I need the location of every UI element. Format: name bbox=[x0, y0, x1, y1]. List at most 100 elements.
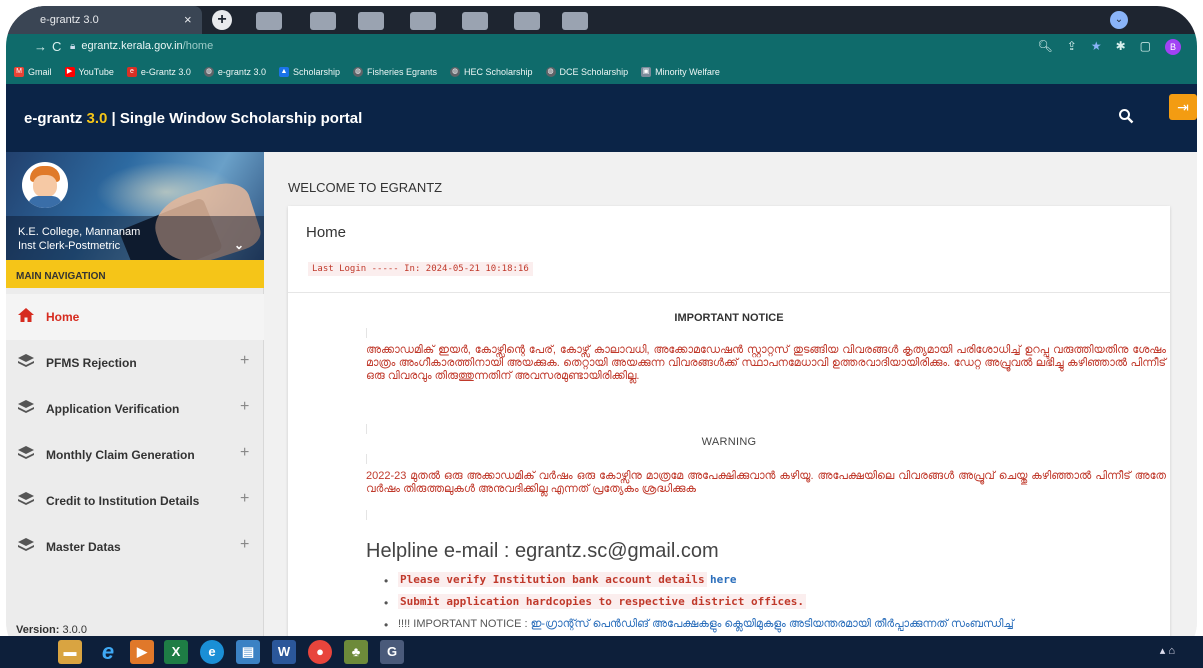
card-title: Home bbox=[306, 224, 347, 241]
layers-icon bbox=[18, 492, 34, 509]
word-icon[interactable]: W bbox=[272, 640, 296, 664]
media-app-icon[interactable]: ▶ bbox=[130, 640, 154, 664]
bookmark-youtube[interactable]: ▶ YouTube bbox=[64, 67, 114, 77]
expand-plus-icon[interactable]: + bbox=[240, 398, 249, 416]
excel-icon[interactable]: X bbox=[164, 640, 188, 664]
tab-thumbnail[interactable] bbox=[410, 12, 436, 30]
app-header: e-grantz 3.0 | Single Window Scholarship… bbox=[6, 84, 1197, 152]
sidebar-item-credit-to-institution[interactable]: Credit to Institution Details + bbox=[6, 478, 264, 524]
globe-icon: ◍ bbox=[352, 67, 363, 77]
tab-thumbnail[interactable] bbox=[562, 12, 588, 30]
chrome-profile-icon[interactable]: G bbox=[380, 640, 404, 664]
expand-plus-icon[interactable]: + bbox=[240, 536, 249, 554]
notice-prefix: !!!! IMPORTANT NOTICE : bbox=[398, 618, 528, 630]
main-navigation-header: MAIN NAVIGATION bbox=[6, 260, 264, 288]
bookmarks-bar: M Gmail ▶ YouTube e e-Grantz 3.0 ◍ e-grantz … bbox=[6, 60, 1197, 84]
brand-version: 3.0 bbox=[86, 110, 108, 127]
layers-icon bbox=[18, 400, 34, 417]
sidebar-item-master-datas[interactable]: Master Datas + bbox=[6, 524, 264, 570]
notepad-icon[interactable]: ▤ bbox=[236, 640, 260, 664]
sidebar-item-home[interactable]: Home bbox=[6, 294, 264, 340]
new-tab-button[interactable]: + bbox=[212, 10, 232, 30]
toolbar-icons: 🔍︎ ⇪ ★ ✱ ▢ B bbox=[1038, 39, 1181, 55]
home-card: Home Last Login ----- In: 2024-05-21 10:… bbox=[288, 206, 1170, 662]
list-item[interactable]: !!!! IMPORTANT NOTICE : ഇ-ഗ്രാന്റ്സ് പെൻ… bbox=[384, 614, 1174, 636]
notice-link-text[interactable]: ഇ-ഗ്രാന്റ്സ് പെൻഡിങ് അപേക്ഷകളും ക്ലെയിമു… bbox=[531, 618, 1014, 630]
pending-claims-notice[interactable]: !!!! IMPORTANT NOTICE : ഇ-ഗ്രാന്റ്സ് പെൻ… bbox=[398, 618, 1014, 631]
logout-button[interactable]: ⇥ bbox=[1169, 94, 1197, 120]
app-title: e-grantz 3.0 | Single Window Scholarship… bbox=[24, 110, 362, 127]
divider-mark bbox=[366, 510, 367, 520]
important-notice-text: അക്കാഡമിക് ഇയർ, കോഴ്സിന്റെ പേര്, കോഴ്സ് … bbox=[366, 344, 1166, 382]
bookmark-fisheries[interactable]: ◍ Fisheries Egrants bbox=[352, 67, 437, 77]
tab-search-dropdown-icon[interactable]: ⌄ bbox=[1110, 11, 1128, 29]
app-icon[interactable]: ♣ bbox=[344, 640, 368, 664]
share-icon[interactable]: ⇪ bbox=[1067, 39, 1077, 55]
expand-plus-icon[interactable]: + bbox=[240, 490, 249, 508]
welcome-heading: WELCOME TO EGRANTZ bbox=[288, 180, 443, 195]
zoom-icon[interactable]: 🔍︎ bbox=[1038, 39, 1053, 55]
extensions-icon[interactable]: ✱ bbox=[1116, 39, 1126, 55]
tab-thumbnail[interactable] bbox=[256, 12, 282, 30]
card-divider bbox=[288, 292, 1170, 293]
sidebar-item-application-verification[interactable]: Application Verification + bbox=[6, 386, 264, 432]
bookmark-hec[interactable]: ◍ HEC Scholarship bbox=[450, 67, 533, 77]
chrome-icon[interactable]: ● bbox=[308, 640, 332, 664]
tab-thumbnail[interactable] bbox=[310, 12, 336, 30]
chevron-down-icon[interactable]: ⌄ bbox=[234, 238, 244, 252]
list-item: Please verify Institution bank account d… bbox=[384, 570, 1174, 592]
bookmark-egrantz-2[interactable]: ◍ e-grantz 3.0 bbox=[203, 67, 266, 77]
main-content: WELCOME TO EGRANTZ Home Last Login -----… bbox=[264, 152, 1197, 662]
warning-heading: WARNING bbox=[701, 436, 757, 448]
bank-details-link[interactable]: here bbox=[710, 573, 737, 586]
sidebar-item-monthly-claim-generation[interactable]: Monthly Claim Generation + bbox=[6, 432, 264, 478]
bookmark-label: Gmail bbox=[28, 67, 52, 77]
tab-close-icon[interactable]: × bbox=[184, 12, 192, 27]
gmail-icon: M bbox=[14, 67, 24, 77]
layers-icon bbox=[18, 446, 34, 463]
browser-tab-active[interactable]: e-grantz 3.0 × bbox=[6, 6, 202, 34]
app-version: Version: 3.0.0 bbox=[16, 624, 87, 636]
url-field[interactable]: 🔒︎ egrantz.kerala.gov.in/home bbox=[70, 40, 213, 52]
sidebar-item-label: Monthly Claim Generation bbox=[46, 448, 195, 462]
bookmark-label: YouTube bbox=[78, 67, 114, 77]
user-role: Inst Clerk-Postmetric bbox=[18, 240, 121, 252]
globe-icon: ◍ bbox=[450, 67, 461, 77]
url-host: egrantz.kerala.gov.in bbox=[81, 40, 183, 52]
user-panel: K.E. College, Mannanam Inst Clerk-Postme… bbox=[6, 152, 264, 260]
bookmark-label: Minority Welfare bbox=[655, 67, 720, 77]
sidebar-item-label: Master Datas bbox=[46, 540, 121, 554]
system-tray[interactable]: ▴ ⌂ bbox=[1160, 644, 1175, 657]
reload-icon[interactable]: C bbox=[52, 39, 61, 54]
bookmark-scholarship[interactable]: ▲ Scholarship bbox=[278, 67, 340, 77]
tab-thumbnail[interactable] bbox=[514, 12, 540, 30]
bank-verify-text: Please verify Institution bank account d… bbox=[398, 572, 707, 587]
sidebar-item-pfms-rejection[interactable]: PFMS Rejection + bbox=[6, 340, 264, 386]
bookmark-dce[interactable]: ◍ DCE Scholarship bbox=[545, 67, 629, 77]
globe-icon: ◍ bbox=[545, 67, 556, 77]
internet-explorer-icon[interactable]: e bbox=[96, 640, 120, 664]
notice-list: Please verify Institution bank account d… bbox=[384, 570, 1174, 636]
forward-icon[interactable]: → bbox=[34, 39, 47, 54]
globe-icon: ◍ bbox=[203, 67, 214, 77]
sidebar-item-label: PFMS Rejection bbox=[46, 356, 137, 370]
bookmark-label: Scholarship bbox=[292, 67, 340, 77]
sidepanel-icon[interactable]: ▢ bbox=[1140, 39, 1151, 55]
tab-thumbnail[interactable] bbox=[462, 12, 488, 30]
tab-thumbnail[interactable] bbox=[358, 12, 384, 30]
bookmark-minority[interactable]: ▣ Minority Welfare bbox=[641, 67, 720, 77]
profile-avatar[interactable]: B bbox=[1165, 39, 1181, 55]
search-icon[interactable] bbox=[1118, 108, 1134, 129]
bookmark-label: DCE Scholarship bbox=[559, 67, 629, 77]
expand-plus-icon[interactable]: + bbox=[240, 444, 249, 462]
edge-icon[interactable]: e bbox=[200, 640, 224, 664]
bookmark-star-icon[interactable]: ★ bbox=[1091, 39, 1102, 55]
version-value: 3.0.0 bbox=[62, 624, 87, 636]
last-login-info: Last Login ----- In: 2024-05-21 10:18:16 bbox=[308, 262, 533, 276]
version-label: Version: bbox=[16, 624, 60, 636]
file-explorer-icon[interactable]: ▬ bbox=[58, 640, 82, 664]
bookmark-egrantz[interactable]: e e-Grantz 3.0 bbox=[126, 67, 191, 77]
bookmark-gmail[interactable]: M Gmail bbox=[14, 67, 52, 77]
portal-subtitle: | Single Window Scholarship portal bbox=[111, 110, 363, 127]
expand-plus-icon[interactable]: + bbox=[240, 352, 249, 370]
